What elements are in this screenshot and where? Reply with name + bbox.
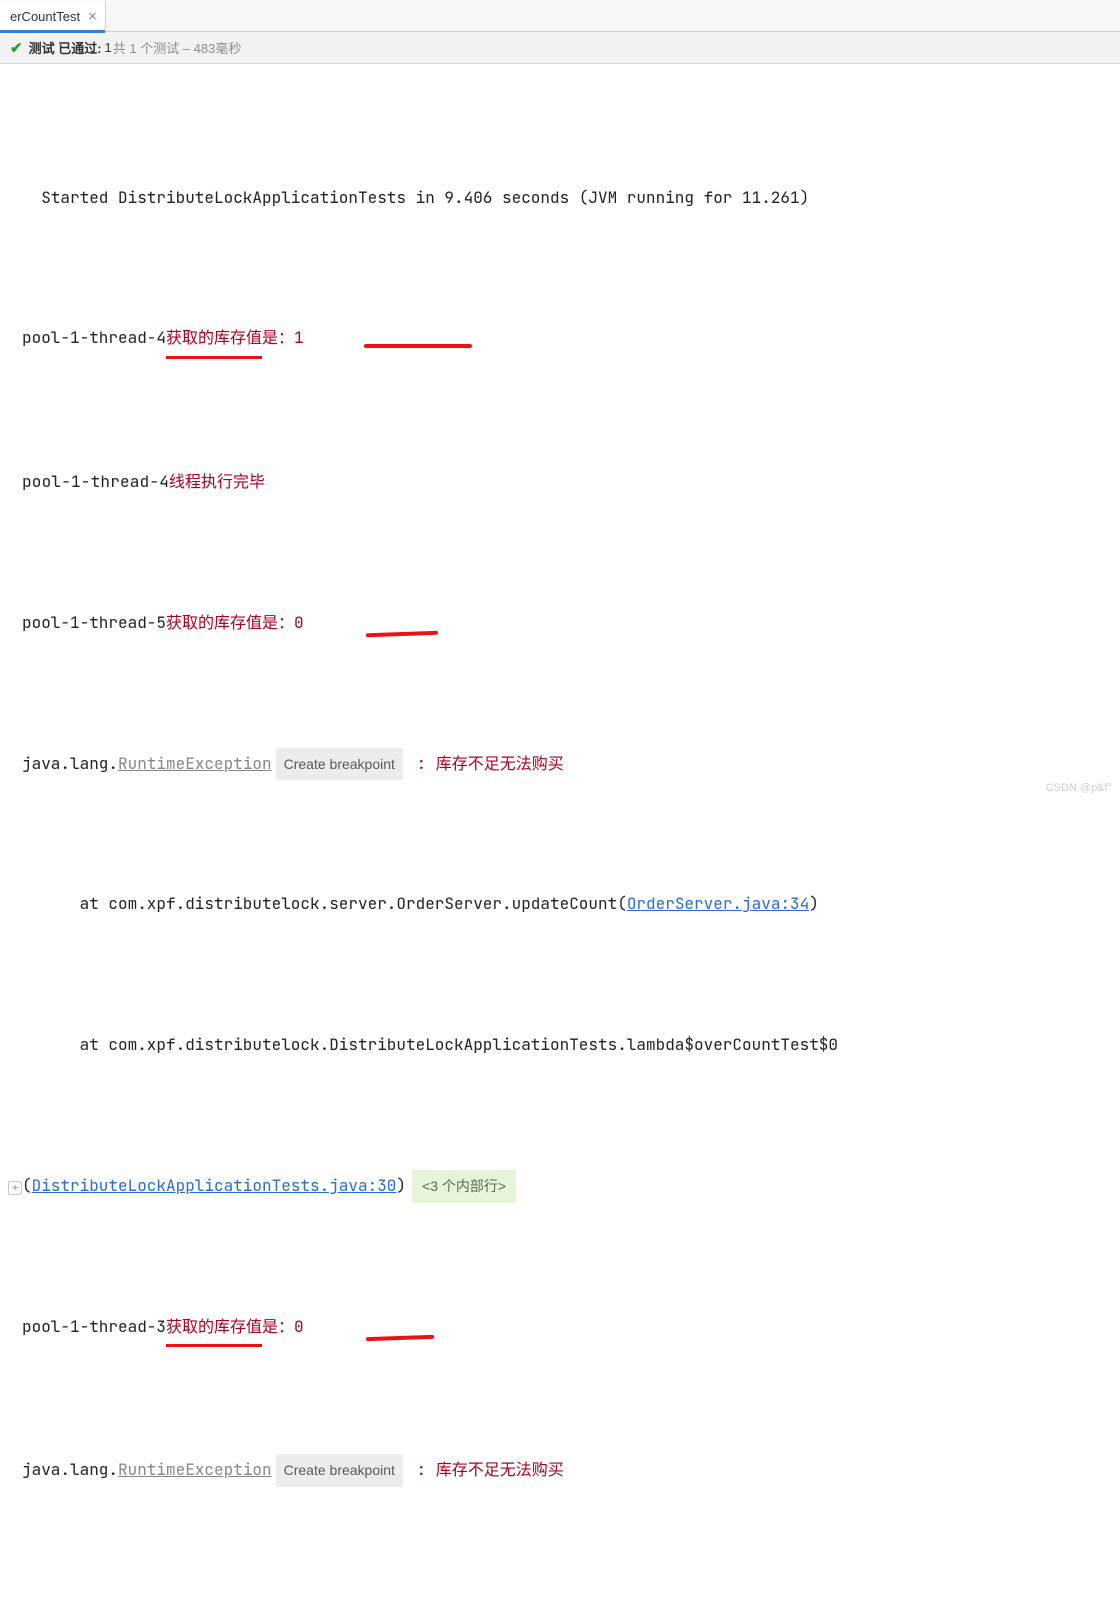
status-summary: 共 1 个测试 – 483毫秒	[113, 38, 242, 57]
create-breakpoint-button[interactable]: Create breakpoint	[276, 748, 403, 781]
paren: (	[22, 1168, 32, 1203]
thread-name: pool-1-thread-5	[22, 605, 166, 640]
close-icon[interactable]: ×	[88, 8, 97, 25]
stack-text: )	[809, 1593, 819, 1600]
create-breakpoint-button[interactable]: Create breakpoint	[276, 1454, 403, 1487]
console-line: pool-1-thread-4线程执行完毕	[8, 464, 1106, 499]
expand-icon[interactable]: +	[8, 1181, 22, 1195]
test-status-bar: ✔ 测试 已通过: 1 共 1 个测试 – 483毫秒	[0, 32, 1120, 64]
thread-name: pool-1-thread-4	[22, 320, 166, 355]
stack-fold-line: + (DistributeLockApplicationTests.java:3…	[8, 1168, 1106, 1203]
source-link[interactable]: DistributeLockApplicationTests.java:30	[32, 1168, 397, 1203]
exception-pkg: java.lang.	[22, 746, 118, 781]
log-text: 获取的库存值	[166, 1309, 262, 1347]
stack-frame: at com.xpf.distributelock.server.OrderSe…	[8, 886, 1106, 921]
stack-text: at com.xpf.distributelock.server.OrderSe…	[22, 886, 627, 921]
console-line: pool-1-thread-3获取的库存值是：0	[8, 1309, 1106, 1347]
startup-log: Started DistributeLockApplicationTests i…	[22, 180, 809, 215]
log-text: 是：0	[262, 1309, 304, 1344]
exception-class[interactable]: RuntimeException	[118, 746, 272, 781]
annotation-stroke	[364, 344, 472, 348]
exception-pkg: java.lang.	[22, 1452, 118, 1487]
status-passed-count: 1	[105, 40, 112, 55]
annotation-stroke	[366, 1334, 434, 1340]
paren: )	[396, 1168, 406, 1203]
exception-msg: : 库存不足无法购买	[407, 746, 564, 781]
exception-msg: : 库存不足无法购买	[407, 1452, 564, 1487]
tab-title: erCountTest	[10, 9, 80, 24]
watermark: CSDN @p&f°	[1046, 782, 1112, 794]
tab-test-results[interactable]: erCountTest ×	[0, 1, 106, 31]
tab-bar: erCountTest ×	[0, 0, 1120, 32]
stack-text: at com.xpf.distributelock.DistributeLock…	[22, 1027, 838, 1062]
stack-frame: at com.xpf.distributelock.server.OrderSe…	[8, 1593, 1106, 1600]
check-icon: ✔	[10, 39, 23, 57]
thread-name: pool-1-thread-4	[22, 464, 169, 499]
log-text: 线程执行完毕	[169, 464, 265, 499]
annotation-stroke	[366, 631, 438, 638]
console-line: Started DistributeLockApplicationTests i…	[8, 180, 1106, 215]
thread-name: pool-1-thread-3	[22, 1309, 166, 1344]
log-text: 获取的库存值是：0	[166, 605, 304, 640]
stack-text: at com.xpf.distributelock.server.OrderSe…	[22, 1593, 627, 1600]
console-output[interactable]: Started DistributeLockApplicationTests i…	[0, 64, 1120, 1600]
status-passed-label: 测试 已通过:	[29, 38, 102, 57]
console-line: java.lang.RuntimeException Create breakp…	[8, 1452, 1106, 1487]
console-line: java.lang.RuntimeException Create breakp…	[8, 746, 1106, 781]
log-text: 是：1	[262, 320, 304, 355]
log-text: 获取的库存值	[166, 320, 262, 358]
exception-class[interactable]: RuntimeException	[118, 1452, 272, 1487]
source-link[interactable]: OrderServer.java:34	[627, 886, 809, 921]
console-line: pool-1-thread-4获取的库存值是：1	[8, 320, 1106, 358]
console-line: pool-1-thread-5获取的库存值是：0	[8, 605, 1106, 640]
stack-frame: at com.xpf.distributelock.DistributeLock…	[8, 1027, 1106, 1062]
inner-frames-button[interactable]: <3 个内部行>	[412, 1170, 516, 1203]
stack-text: )	[809, 886, 819, 921]
source-link[interactable]: OrderServer.java:34	[627, 1593, 809, 1600]
